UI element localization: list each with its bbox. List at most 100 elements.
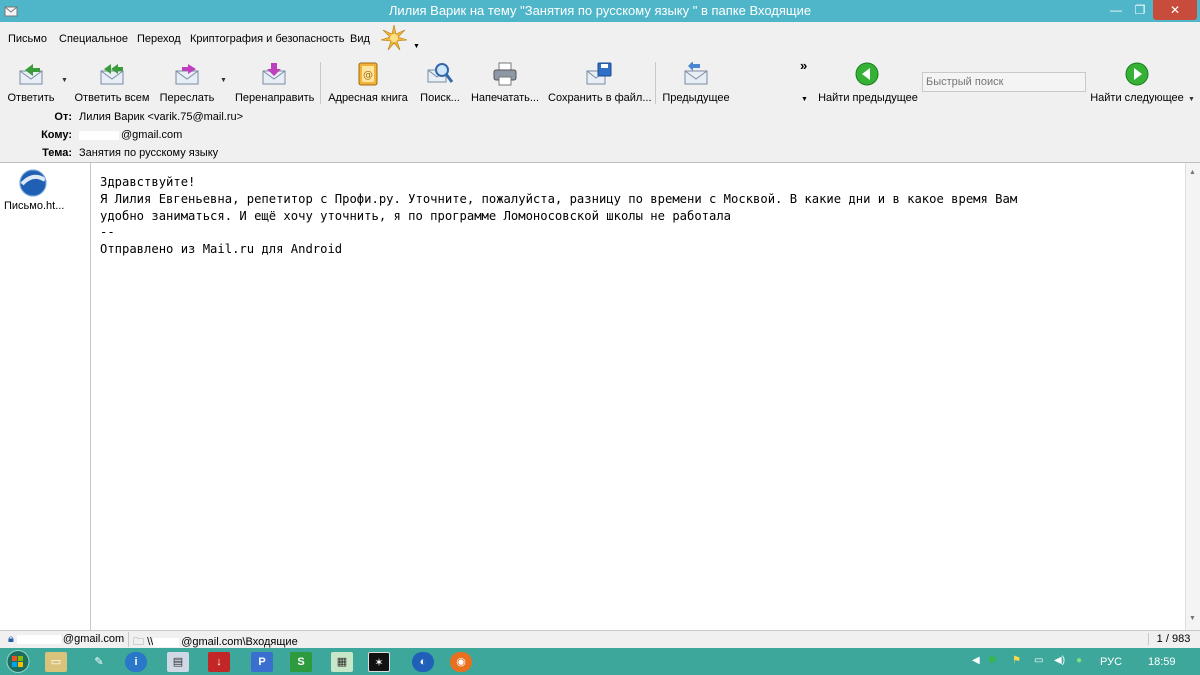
toolbar-separator [320, 62, 321, 104]
network-icon[interactable]: ✖ [988, 655, 996, 666]
redirect-icon [262, 63, 286, 85]
forward-button[interactable]: Переслать [158, 58, 216, 108]
redacted-block [153, 637, 180, 647]
game-taskbar-icon[interactable]: ✶ [368, 652, 390, 672]
throbber-icon[interactable] [380, 24, 408, 52]
message-line: -- [100, 225, 115, 239]
to-label: Кому: [41, 129, 72, 141]
document-taskbar-icon[interactable]: ▤ [167, 652, 189, 672]
svg-text:@: @ [363, 70, 373, 81]
to-value-wrap[interactable]: @gmail.com [79, 129, 182, 141]
status-separator [128, 632, 129, 647]
toolbar-separator [655, 62, 656, 104]
message-line: удобно заниматься. И ещё хочу уточнить, … [100, 209, 732, 223]
print-label: Напечатать... [470, 92, 540, 104]
seamonkey-taskbar-icon[interactable]: ◐ [412, 652, 434, 672]
from-label: От: [54, 111, 72, 123]
vertical-scrollbar[interactable]: ▲ ▼ [1185, 163, 1200, 631]
redirect-label: Перенаправить [235, 92, 315, 104]
previous-message-icon [684, 62, 708, 85]
address-book-button[interactable]: @ Адресная книга [328, 58, 408, 108]
previous-label: Предыдущее [662, 92, 730, 104]
explorer-taskbar-icon[interactable]: ▭ [45, 652, 67, 672]
s-app-taskbar-icon[interactable]: S [290, 652, 312, 672]
reply-all-button[interactable]: Ответить всем [74, 58, 150, 108]
tool-taskbar-icon[interactable]: ✎ [88, 652, 110, 672]
html-file-icon [19, 169, 47, 197]
address-book-icon: @ [358, 62, 378, 86]
minimize-button[interactable]: — [1105, 0, 1127, 20]
find-next-icon [1125, 62, 1149, 86]
subject-label: Тема: [42, 147, 72, 159]
menu-crypto[interactable]: Криптография и безопасность [190, 33, 344, 45]
forward-dropdown-icon[interactable]: ▼ [220, 77, 227, 84]
throbber-dropdown-icon[interactable]: ▼ [413, 43, 420, 50]
toolbar-overflow-dropdown-icon[interactable]: ▼ [801, 96, 808, 103]
find-previous-icon [855, 62, 879, 86]
find-next-label: Найти следующее [1090, 92, 1184, 104]
reply-all-icon [100, 64, 124, 85]
p-app-taskbar-icon[interactable]: P [251, 652, 273, 672]
scroll-down-icon[interactable]: ▼ [1189, 615, 1196, 622]
from-value[interactable]: Лилия Варик <varik.75@mail.ru> [79, 111, 243, 123]
find-next-button[interactable]: Найти следующее [1090, 58, 1184, 108]
menu-go[interactable]: Переход [137, 33, 181, 45]
print-button[interactable]: Напечатать... [470, 58, 540, 108]
reply-icon [19, 64, 43, 85]
title-bar: Лилия Варик на тему "Занятия по русскому… [0, 0, 1200, 22]
monitor-icon[interactable]: ▭ [1034, 655, 1043, 666]
maximize-button[interactable]: ❐ [1129, 0, 1151, 20]
download-taskbar-icon[interactable]: ↓ [208, 652, 230, 672]
save-icon [586, 62, 612, 85]
find-next-dropdown-icon[interactable]: ▼ [1188, 96, 1195, 103]
window-title: Лилия Варик на тему "Занятия по русскому… [388, 3, 812, 18]
status-green-icon[interactable]: ● [1076, 655, 1082, 666]
menu-view[interactable]: Вид [350, 33, 370, 45]
redirect-button[interactable]: Перенаправить [235, 58, 315, 108]
toolbar-more-icon[interactable]: » [800, 58, 807, 73]
reply-button[interactable]: Ответить [4, 58, 58, 108]
taskbar: ▭ ✎ i ▤ ↓ P S ▦ ✶ ◐ ◉ ◀ ✖ ⚑ ▭ ◀) ● РУС 1… [0, 648, 1200, 675]
close-button[interactable]: ✕ [1153, 0, 1197, 20]
find-previous-button[interactable]: Найти предыдущее [818, 58, 918, 108]
notepad-taskbar-icon[interactable]: ▦ [331, 652, 353, 672]
message-body[interactable]: Здравствуйте! Я Лилия Евгеньевна, репети… [92, 163, 1185, 631]
status-account-text: @gmail.com [62, 633, 125, 645]
previous-button[interactable]: Предыдущее [662, 58, 730, 108]
search-label: Поиск... [420, 92, 460, 104]
info-taskbar-icon[interactable]: i [125, 652, 147, 672]
reply-dropdown-icon[interactable]: ▼ [61, 77, 68, 84]
redacted-block [79, 130, 119, 140]
volume-icon[interactable]: ◀) [1054, 655, 1065, 666]
save-button[interactable]: Сохранить в файл... [548, 58, 652, 108]
message-line: Здравствуйте! [100, 175, 196, 189]
print-icon [493, 62, 517, 86]
redacted-block [16, 634, 61, 644]
tray-expand-icon[interactable]: ◀ [972, 655, 980, 666]
menu-letter[interactable]: Письмо [8, 33, 47, 45]
toolbar: Ответить ▼ Ответить всем Переслать ▼ Пер… [0, 58, 1200, 108]
status-bar: 🔒︎ @gmail.com 🗀 \\ @gmail.com\Входящие 1 … [0, 630, 1200, 648]
language-indicator[interactable]: РУС [1100, 656, 1122, 668]
status-folder-text: @gmail.com\Входящие [181, 636, 298, 648]
menu-special[interactable]: Специальное [59, 33, 128, 45]
search-icon [427, 63, 453, 83]
clock[interactable]: 18:59 [1148, 656, 1176, 668]
message-headers: От: Лилия Варик <varik.75@mail.ru> Кому:… [0, 108, 1200, 162]
lock-icon: 🔒︎ [8, 633, 14, 645]
windows-start-icon[interactable] [3, 648, 33, 675]
quick-search-input[interactable] [922, 72, 1086, 92]
reply-label: Ответить [7, 92, 55, 104]
attachment-pane: Письмо.ht... [0, 163, 91, 631]
message-area: Письмо.ht... Здравствуйте! Я Лилия Евген… [0, 162, 1200, 631]
flag-icon[interactable]: ⚑ [1012, 655, 1021, 666]
message-line: Отправлено из Mail.ru для Android [100, 242, 343, 256]
firefox-taskbar-icon[interactable]: ◉ [450, 652, 472, 672]
find-previous-label: Найти предыдущее [818, 92, 918, 104]
forward-label: Переслать [159, 92, 215, 104]
search-button[interactable]: Поиск... [416, 58, 464, 108]
attachment-name: Письмо.ht... [4, 200, 65, 212]
menu-bar: Письмо Специальное Переход Криптография … [0, 22, 1200, 58]
subject-value: Занятия по русскому языку [79, 147, 219, 159]
scroll-up-icon[interactable]: ▲ [1189, 169, 1196, 176]
